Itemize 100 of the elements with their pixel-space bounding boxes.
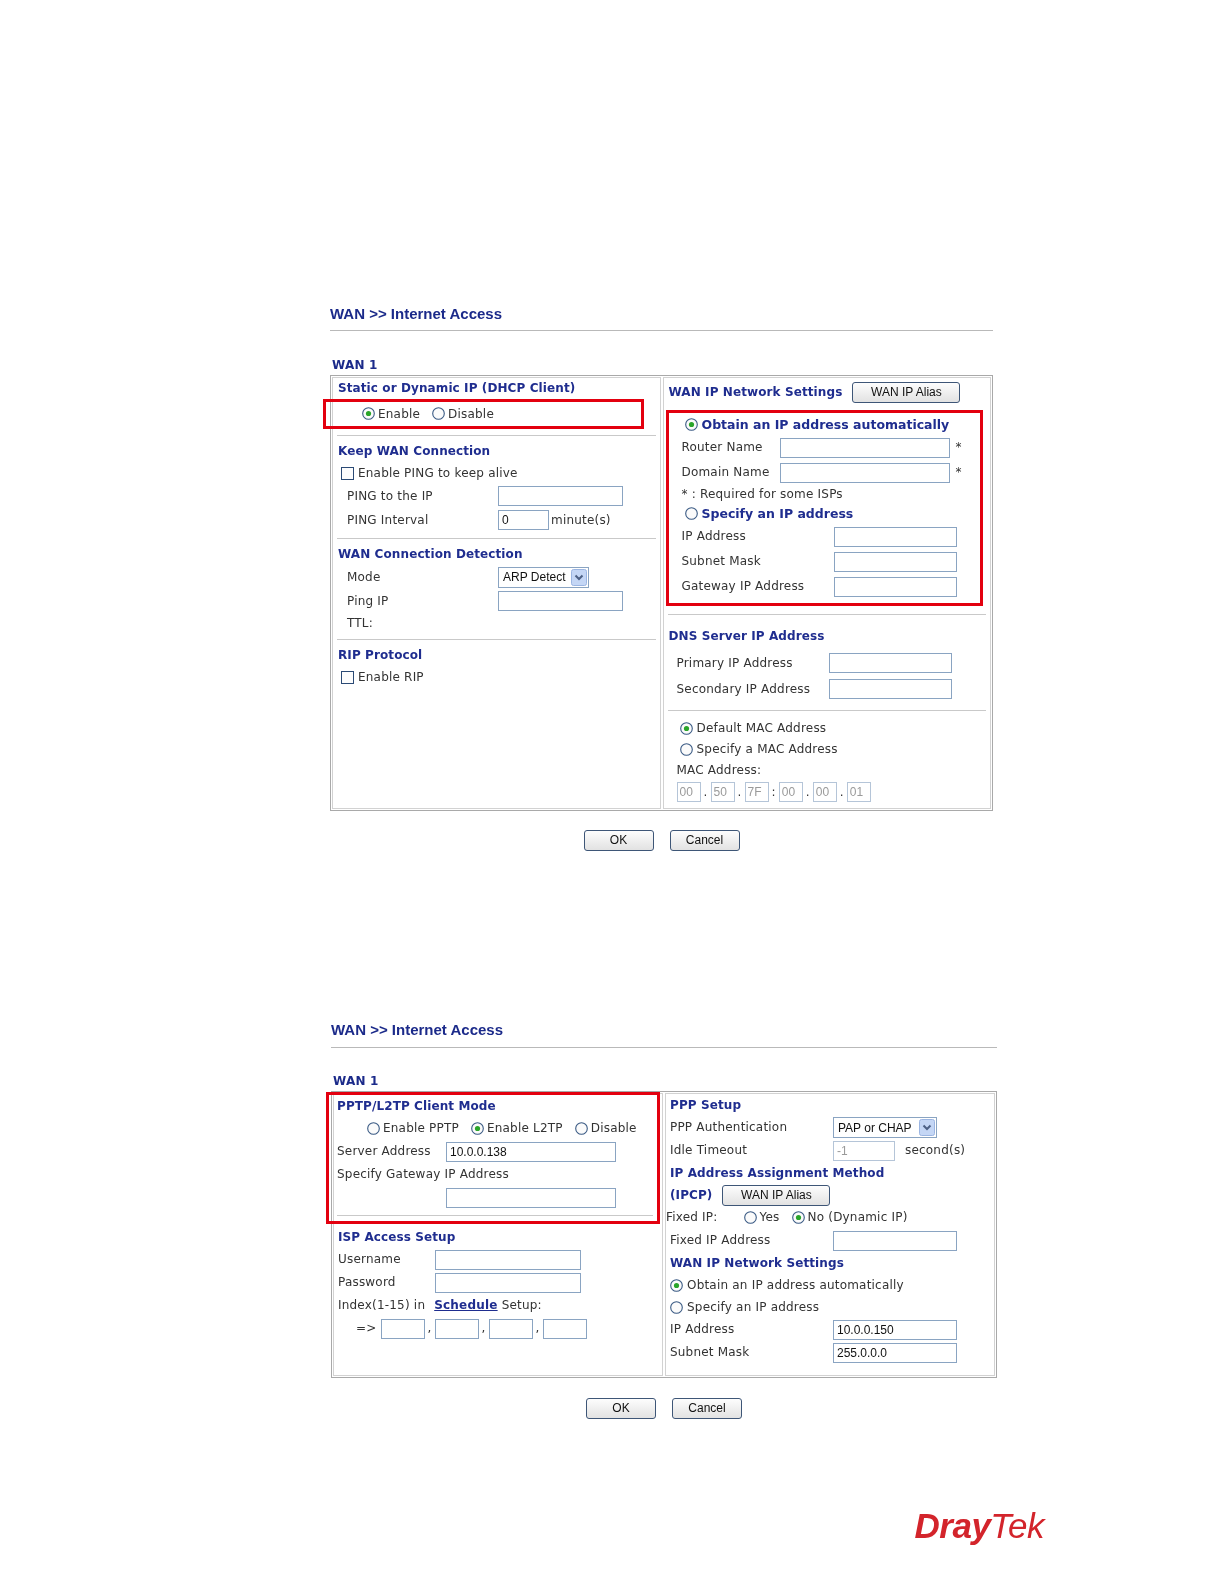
option-label: Obtain an IP address automatically bbox=[687, 1277, 904, 1293]
caret-icon bbox=[571, 568, 587, 586]
schedule-index-text: Index(1-15) in Schedule Setup: bbox=[338, 1298, 542, 1313]
form-button[interactable]: Cancel bbox=[669, 830, 740, 851]
page-title: WAN >> Internet Access bbox=[331, 1020, 503, 1040]
separator-text: . bbox=[703, 784, 708, 800]
input-field[interactable] bbox=[833, 526, 957, 547]
input-field[interactable] bbox=[498, 591, 623, 611]
field-label: Primary IP Address bbox=[676, 655, 794, 671]
radio-button[interactable] bbox=[679, 743, 693, 756]
info-text: TTL: bbox=[347, 615, 373, 631]
radio-button[interactable] bbox=[791, 1211, 805, 1224]
field-label: Gateway IP Address bbox=[681, 579, 806, 594]
required-mark: * bbox=[955, 465, 962, 480]
option-label: Disable bbox=[590, 1121, 637, 1136]
input-field[interactable] bbox=[833, 1230, 957, 1251]
schedule-link[interactable]: Schedule bbox=[434, 1298, 498, 1313]
radio-button[interactable] bbox=[362, 407, 375, 421]
select-field[interactable]: PAP or CHAP bbox=[833, 1117, 937, 1138]
option-heading: Obtain an IP address automatically bbox=[701, 417, 950, 432]
option-label: Specify an IP address bbox=[687, 1299, 820, 1315]
separator-text: . bbox=[805, 784, 810, 800]
field-label: Username bbox=[338, 1252, 402, 1267]
unit-label: minute(s) bbox=[551, 512, 611, 528]
alias-button[interactable]: WAN IP Alias bbox=[852, 381, 961, 403]
section-heading: WAN Connection Detection bbox=[338, 547, 523, 562]
unit-label: second(s) bbox=[905, 1143, 966, 1158]
separator-text: , bbox=[427, 1321, 432, 1336]
input-field[interactable]: 255.0.0.0 bbox=[833, 1342, 957, 1363]
separator-text: , bbox=[481, 1321, 486, 1336]
checkbox[interactable] bbox=[341, 670, 354, 684]
page-title: WAN >> Internet Access bbox=[330, 304, 502, 324]
section-heading: IP Address Assignment Method bbox=[670, 1165, 885, 1181]
option-label: Enable bbox=[378, 406, 421, 422]
required-mark: * bbox=[955, 440, 962, 455]
input-field[interactable] bbox=[833, 576, 957, 597]
radio-button[interactable] bbox=[670, 1278, 683, 1292]
input-field[interactable]: 10.0.0.138 bbox=[446, 1141, 616, 1162]
field-label: Router Name bbox=[681, 440, 764, 455]
input-field[interactable] bbox=[828, 679, 952, 699]
input-field[interactable] bbox=[779, 462, 950, 483]
section-heading: Keep WAN Connection bbox=[338, 444, 491, 459]
radio-button[interactable] bbox=[470, 1122, 484, 1135]
option-heading: Specify an IP address bbox=[701, 506, 854, 521]
field-label: IP Address bbox=[681, 529, 747, 544]
option-label: Specify a MAC Address bbox=[696, 742, 838, 757]
input-field[interactable] bbox=[434, 1318, 479, 1339]
option-label: Enable PPTP bbox=[383, 1121, 459, 1136]
section-heading: WAN IP Network Settings bbox=[670, 1255, 844, 1271]
radio-button[interactable] bbox=[679, 722, 693, 735]
input-field[interactable] bbox=[542, 1318, 587, 1339]
input-field[interactable] bbox=[833, 551, 957, 572]
section-heading: Static or Dynamic IP (DHCP Client) bbox=[338, 381, 576, 396]
field-label: Secondary IP Address bbox=[676, 681, 812, 697]
input-field[interactable]: 0 bbox=[498, 510, 549, 530]
radio-button[interactable] bbox=[743, 1211, 757, 1224]
wan-label: WAN 1 bbox=[333, 1074, 379, 1089]
info-text: * : Required for some ISPs bbox=[681, 486, 843, 502]
checkbox[interactable] bbox=[341, 466, 354, 480]
radio-button[interactable] bbox=[367, 1122, 380, 1135]
company-logo: DrayTek bbox=[914, 1507, 1044, 1544]
field-label: Ping IP bbox=[347, 593, 390, 609]
section-heading: ISP Access Setup bbox=[338, 1229, 456, 1245]
field-label: Password bbox=[338, 1275, 397, 1290]
alias-button[interactable]: WAN IP Alias bbox=[722, 1184, 831, 1206]
field-label: Domain Name bbox=[681, 465, 771, 480]
field-label: Subnet Mask bbox=[681, 554, 762, 569]
radio-button[interactable] bbox=[684, 507, 698, 520]
option-label: Enable L2TP bbox=[486, 1121, 563, 1136]
input-field[interactable] bbox=[435, 1272, 581, 1293]
input-field[interactable]: 10.0.0.150 bbox=[833, 1319, 957, 1340]
radio-button[interactable] bbox=[432, 407, 446, 421]
form-button[interactable]: Cancel bbox=[672, 1398, 742, 1419]
input-field[interactable] bbox=[446, 1187, 616, 1208]
field-label: PPP Authentication bbox=[670, 1120, 789, 1135]
form-button[interactable]: OK bbox=[586, 1398, 656, 1419]
field-label: Fixed IP: bbox=[666, 1210, 718, 1225]
radio-button[interactable] bbox=[684, 418, 698, 431]
section-heading: RIP Protocol bbox=[338, 648, 423, 663]
caret-icon bbox=[919, 1119, 935, 1136]
checkbox-label: Enable RIP bbox=[358, 669, 424, 685]
radio-button[interactable] bbox=[670, 1300, 683, 1314]
input-field[interactable] bbox=[828, 653, 952, 673]
section-heading: PPTP/L2TP Client Mode bbox=[337, 1098, 496, 1114]
form-button[interactable]: OK bbox=[583, 830, 654, 851]
section-heading: (IPCP) bbox=[670, 1187, 713, 1203]
select-field[interactable]: ARP Detect bbox=[498, 566, 589, 588]
checkbox-label: Enable PING to keep alive bbox=[358, 465, 518, 481]
separator-text: . bbox=[839, 784, 844, 800]
input-field[interactable] bbox=[380, 1318, 425, 1339]
field-label: PING Interval bbox=[347, 512, 430, 528]
info-text: Specify Gateway IP Address bbox=[337, 1167, 509, 1182]
input-field[interactable] bbox=[498, 486, 623, 506]
input-field[interactable] bbox=[435, 1249, 581, 1270]
input-field[interactable] bbox=[488, 1318, 533, 1339]
radio-button[interactable] bbox=[574, 1122, 588, 1135]
prefix-label: => bbox=[356, 1321, 377, 1336]
field-label: Fixed IP Address bbox=[670, 1233, 772, 1248]
input-field[interactable] bbox=[779, 437, 950, 458]
section-heading: DNS Server IP Address bbox=[668, 628, 825, 644]
